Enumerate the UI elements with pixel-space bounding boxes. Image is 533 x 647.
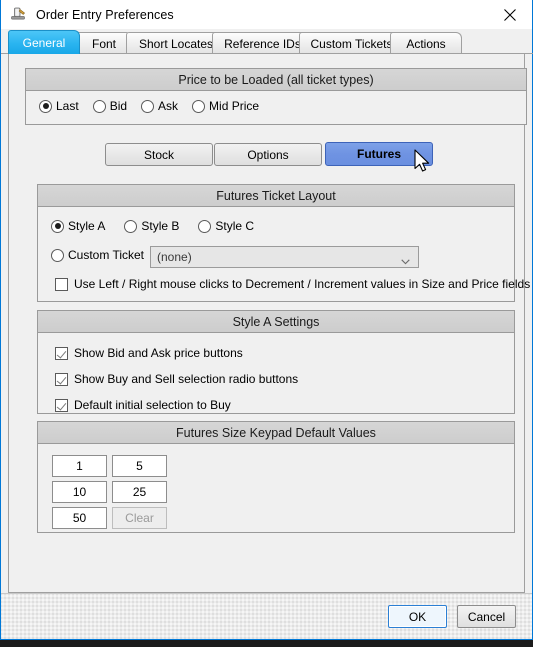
price-radio-group: Last Bid Ask Mid Price [39,99,273,113]
tab-label: Actions [406,36,446,51]
radio-label: Mid Price [209,99,260,113]
checkbox-default-buy[interactable]: Default initial selection to Buy [55,398,231,412]
radio-dot [198,219,212,233]
radio-label: Style C [215,219,255,233]
keypad-value-5[interactable]: 50 [52,507,107,529]
button-label: Cancel [467,609,506,624]
tab-actions[interactable]: Actions [390,32,462,54]
tab-general[interactable]: General [8,30,80,54]
keypad-clear-button: Clear [112,507,167,529]
radio-bid[interactable]: Bid [92,99,128,113]
checkbox-show-bid-ask[interactable]: Show Bid and Ask price buttons [55,346,243,360]
keypad-value-3[interactable]: 10 [52,481,107,503]
button-label: OK [408,609,427,624]
tab-reference-ids[interactable]: Reference IDs [212,32,313,54]
radio-mid-price[interactable]: Mid Price [192,99,259,113]
gavel-icon [9,5,29,25]
checkbox-label: Show Buy and Sell selection radio button… [74,372,299,386]
radio-label: Style A [68,219,106,233]
group-title: Futures Size Keypad Default Values [38,422,514,444]
checkbox-label: Use Left / Right mouse clicks to Decreme… [74,277,531,291]
radio-label: Style B [141,219,180,233]
radio-style-c[interactable]: Style C [198,219,254,233]
keypad-value-label: 5 [136,459,143,473]
radio-dot [141,99,155,113]
radio-dot [124,219,138,233]
custom-ticket-dropdown[interactable]: (none) [150,246,419,268]
group-title: Price to be Loaded (all ticket types) [26,69,526,91]
keypad-value-label: 25 [132,485,147,499]
checkbox-box [55,398,68,412]
chevron-down-icon [401,254,410,265]
checkbox-show-buy-sell[interactable]: Show Buy and Sell selection radio button… [55,372,298,386]
radio-label: Bid [109,99,128,113]
keypad-value-label: Clear [125,511,154,525]
radio-style-a[interactable]: Style A [51,219,105,233]
cancel-button[interactable]: Cancel [457,605,516,628]
radio-ask[interactable]: Ask [141,99,178,113]
radio-dot [192,99,206,113]
window-title: Order Entry Preferences [36,7,174,22]
tab-short-locates[interactable]: Short Locates [126,32,226,54]
close-icon[interactable] [487,0,532,29]
button-label: Stock [143,147,174,162]
dialog-footer: OK Cancel [1,593,532,639]
tab-label: Font [91,36,116,51]
tab-custom-tickets[interactable]: Custom Tickets [299,32,404,54]
title-bar: Order Entry Preferences [1,0,532,29]
checkbox-box [55,372,68,386]
custom-ticket-radio[interactable]: Custom Ticket [51,248,158,262]
radio-label: Custom Ticket [68,248,145,262]
dialog-window: Order Entry Preferences General Font Sho… [0,0,533,640]
radio-label: Ask [158,99,179,113]
checkbox-label: Show Bid and Ask price buttons [74,346,243,360]
mouse-clicks-checkbox[interactable]: Use Left / Right mouse clicks to Decreme… [55,277,530,291]
group-title: Style A Settings [38,311,514,333]
button-label: Futures [356,147,401,161]
stock-button[interactable]: Stock [105,143,213,166]
price-to-be-loaded-group: Price to be Loaded (all ticket types) La… [25,68,527,125]
ok-button[interactable]: OK [388,605,447,628]
general-tab-panel: Price to be Loaded (all ticket types) La… [8,54,530,593]
checkbox-label: Default initial selection to Buy [74,398,231,412]
futures-keypad-group: Futures Size Keypad Default Values 1 5 1… [37,421,515,533]
radio-label: Last [56,99,79,113]
futures-button[interactable]: Futures [325,142,433,166]
keypad-value-label: 10 [72,485,87,499]
group-title: Futures Ticket Layout [38,185,514,207]
dropdown-value: (none) [157,250,192,264]
radio-dot [92,99,106,113]
desktop-background [0,640,533,647]
tab-label: Short Locates [138,36,214,51]
tab-font[interactable]: Font [76,32,132,54]
radio-dot [51,219,64,233]
keypad-value-label: 50 [72,511,87,525]
keypad-value-2[interactable]: 5 [112,455,167,477]
radio-dot [51,248,64,262]
keypad-value-1[interactable]: 1 [52,455,107,477]
tab-strip: General Font Short Locates Reference IDs… [1,29,533,54]
style-a-settings-group: Style A Settings Show Bid and Ask price … [37,310,515,414]
radio-last[interactable]: Last [39,99,79,113]
checkbox-box [55,277,68,291]
keypad-value-label: 1 [76,459,83,473]
futures-ticket-layout-group: Futures Ticket Layout Style A Style B St… [37,184,530,302]
tab-label: Custom Tickets [310,36,393,51]
button-label: Options [247,147,289,162]
radio-dot [39,99,52,113]
tab-label: General [22,35,66,50]
keypad-value-4[interactable]: 25 [112,481,167,503]
options-button[interactable]: Options [214,143,322,166]
radio-style-b[interactable]: Style B [124,219,179,233]
tab-label: Reference IDs [224,36,301,51]
style-radio-group: Style A Style B Style C [51,219,268,233]
checkbox-box [55,346,68,360]
